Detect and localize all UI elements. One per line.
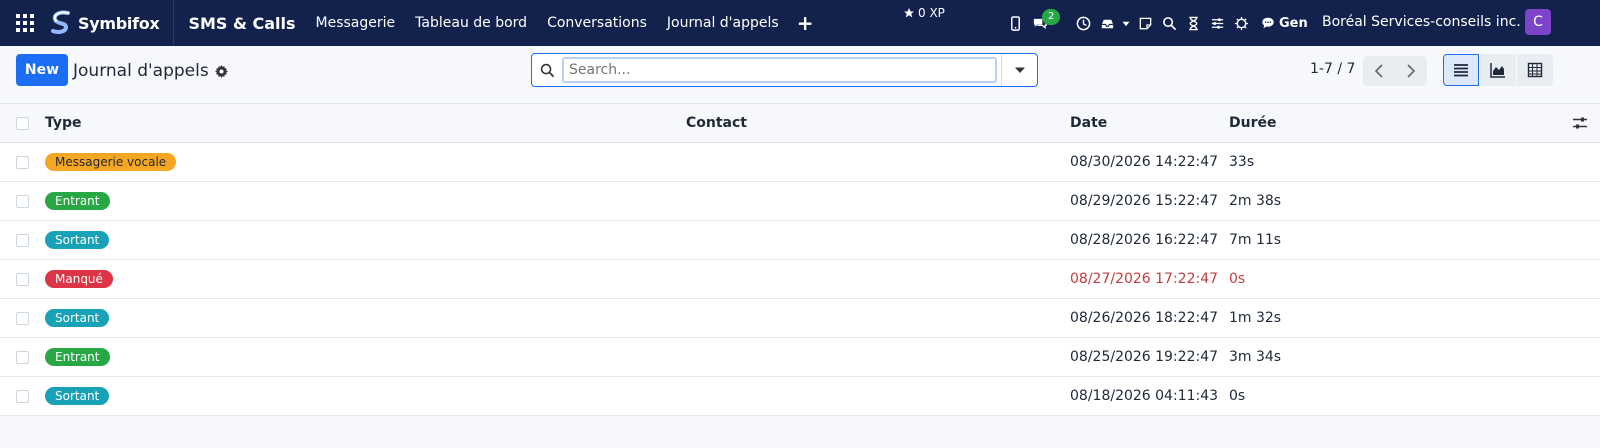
phone-icon[interactable] [1003, 0, 1027, 46]
clock-icon[interactable] [1071, 0, 1095, 46]
table-row[interactable]: Entrant 08/25/2026 19:22:47 3m 34s [0, 338, 1600, 377]
hourglass-icon[interactable] [1181, 0, 1205, 46]
area-chart-icon [1490, 63, 1505, 78]
brand[interactable]: Symbifox [50, 0, 175, 46]
duration-cell: 1m 32s [1229, 310, 1282, 326]
row-checkbox[interactable] [16, 233, 29, 247]
search-options-toggle[interactable] [1001, 54, 1037, 86]
apps-grid-icon[interactable] [0, 0, 50, 46]
caret-down-icon [1014, 67, 1025, 73]
user-avatar[interactable]: C [1525, 9, 1551, 35]
column-header-contact[interactable]: Contact [686, 115, 747, 131]
date-cell: 08/25/2026 19:22:47 [1070, 349, 1219, 365]
pager-next-button[interactable] [1395, 56, 1427, 86]
nav-item-journal-appels[interactable]: Journal d'appels [667, 15, 779, 31]
date-cell: 08/26/2026 18:22:47 [1070, 310, 1219, 326]
list-icon [1454, 64, 1468, 77]
duration-cell: 3m 34s [1229, 349, 1282, 365]
date-cell: 08/28/2026 16:22:47 [1070, 232, 1219, 248]
date-cell: 08/18/2026 04:11:43 [1070, 388, 1219, 404]
row-checkbox[interactable] [16, 350, 29, 364]
table-row[interactable]: Sortant 08/18/2026 04:11:43 0s [0, 377, 1600, 416]
brand-name: Symbifox [78, 13, 160, 33]
table-row[interactable]: Sortant 08/26/2026 18:22:47 1m 32s [0, 299, 1600, 338]
type-tag: Sortant [45, 309, 110, 327]
type-tag: Sortant [45, 231, 110, 249]
chevron-left-icon [1374, 64, 1383, 78]
table-row[interactable]: Sortant 08/28/2026 16:22:47 7m 11s [0, 221, 1600, 260]
sliders-icon[interactable] [1205, 0, 1229, 46]
type-tag: Entrant [45, 348, 110, 366]
nav-item-tableau-de-bord[interactable]: Tableau de bord [415, 15, 527, 31]
column-header-type[interactable]: Type [45, 115, 82, 131]
duration-cell: 33s [1229, 154, 1255, 170]
gen-assistant-button[interactable]: Gen [1261, 16, 1308, 31]
gear-icon[interactable] [214, 64, 228, 78]
table-row[interactable]: Entrant 08/29/2026 15:22:47 2m 38s [0, 182, 1600, 221]
list-view-button[interactable] [1443, 54, 1479, 86]
xp-indicator[interactable]: 0 XP [903, 6, 945, 20]
xp-value: 0 XP [918, 6, 945, 20]
row-checkbox[interactable] [16, 272, 29, 286]
search-icon[interactable] [1157, 0, 1181, 46]
row-checkbox[interactable] [16, 194, 29, 208]
brand-logo-icon [51, 10, 70, 34]
column-settings-icon[interactable] [1572, 115, 1588, 131]
select-all-checkbox[interactable] [16, 116, 29, 130]
column-header-date[interactable]: Date [1070, 115, 1107, 131]
graph-view-button[interactable] [1480, 54, 1516, 86]
table-row[interactable]: Manqué 08/27/2026 17:22:47 0s [0, 260, 1600, 299]
table-header: Type Contact Date Durée [0, 104, 1600, 143]
nav-item-messagerie[interactable]: Messagerie [316, 15, 396, 31]
row-checkbox[interactable] [16, 389, 29, 403]
chevron-right-icon [1407, 64, 1416, 78]
date-cell: 08/30/2026 14:22:47 [1070, 154, 1219, 170]
chat-count-badge: 2 [1042, 9, 1061, 25]
new-button[interactable]: New [16, 54, 68, 86]
duration-cell: 7m 11s [1229, 232, 1282, 248]
type-tag: Entrant [45, 192, 110, 210]
search-icon[interactable] [532, 54, 562, 86]
caret-down-icon[interactable] [1119, 0, 1133, 46]
type-tag: Sortant [45, 387, 110, 405]
star-icon [904, 8, 914, 18]
duration-cell: 0s [1229, 388, 1246, 404]
systray: 2 Gen [1003, 0, 1308, 46]
duration-cell: 0s [1229, 271, 1246, 287]
row-checkbox[interactable] [16, 155, 29, 169]
pager-value[interactable]: 1-7 / 7 [1310, 61, 1355, 77]
pager-previous-button[interactable] [1363, 56, 1395, 86]
table-row[interactable]: Messagerie vocale 08/30/2026 14:22:47 33… [0, 143, 1600, 182]
chat-bubble-icon [1262, 17, 1274, 29]
duration-cell: 2m 38s [1229, 193, 1282, 209]
note-icon[interactable] [1133, 0, 1157, 46]
date-cell: 08/27/2026 17:22:47 [1070, 271, 1219, 287]
control-panel: New Journal d'appels 1-7 / 7 [0, 46, 1600, 104]
call-log-table: Type Contact Date Durée Messagerie vocal… [0, 104, 1600, 416]
app-name[interactable]: SMS & Calls [188, 14, 295, 33]
company-switcher[interactable]: Boréal Services-conseils inc. [1322, 14, 1521, 30]
type-tag: Manqué [45, 270, 113, 288]
date-cell: 08/29/2026 15:22:47 [1070, 193, 1219, 209]
bug-icon[interactable] [1229, 0, 1253, 46]
chat-icon[interactable]: 2 [1027, 0, 1063, 46]
search-bar [531, 53, 1038, 87]
type-tag: Messagerie vocale [45, 153, 177, 171]
search-input[interactable] [562, 57, 997, 83]
pivot-view-button[interactable] [1517, 54, 1553, 86]
table-icon [1527, 62, 1543, 78]
top-navbar: Symbifox SMS & Calls Messagerie Tableau … [0, 0, 1600, 46]
row-checkbox[interactable] [16, 311, 29, 325]
nav-item-conversations[interactable]: Conversations [547, 15, 647, 31]
breadcrumb: Journal d'appels [73, 61, 228, 81]
column-header-duration[interactable]: Durée [1229, 115, 1276, 131]
add-menu-icon[interactable]: + [797, 11, 814, 35]
gen-label: Gen [1279, 15, 1308, 31]
page-title: Journal d'appels [73, 61, 209, 81]
inbox-icon[interactable] [1095, 0, 1119, 46]
